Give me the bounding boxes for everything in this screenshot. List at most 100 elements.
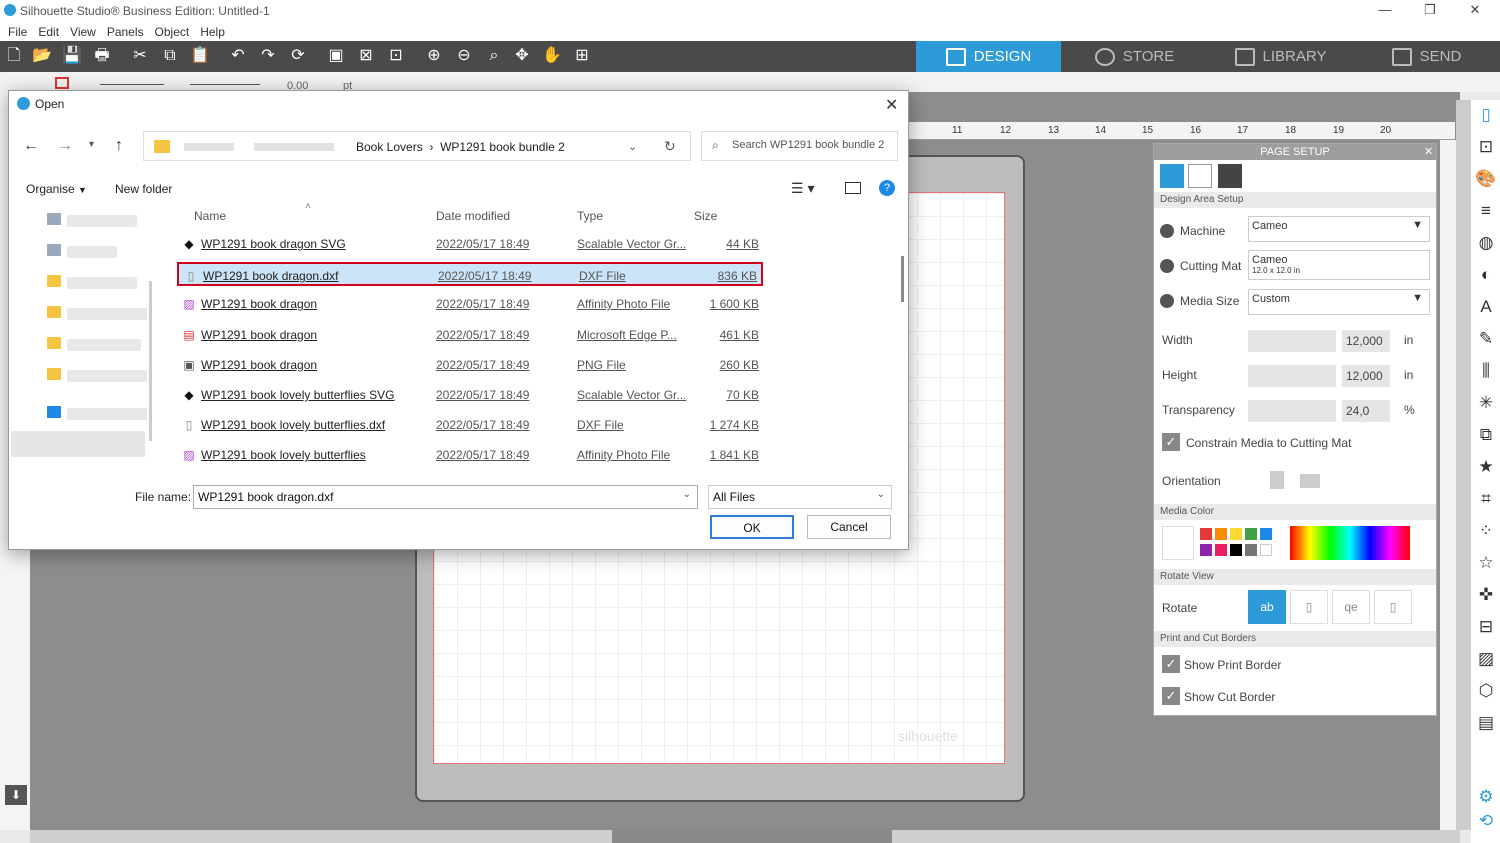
- search-input[interactable]: ⌕ Search WP1291 book bundle 2: [701, 131, 898, 161]
- fill-color-icon[interactable]: 🎨: [1475, 168, 1497, 190]
- file-name[interactable]: WP1291 book dragon.dxf: [203, 269, 338, 283]
- file-name[interactable]: WP1291 book lovely butterflies.dxf: [201, 418, 385, 432]
- color-swatch[interactable]: [1230, 528, 1242, 540]
- rotate-270-button[interactable]: ▯: [1374, 590, 1412, 624]
- color-swatch[interactable]: [1200, 544, 1212, 556]
- menu-edit[interactable]: Edit: [38, 25, 59, 39]
- line-style-select[interactable]: [100, 84, 164, 85]
- pixscan-tab-icon[interactable]: [1218, 164, 1242, 188]
- color-swatch[interactable]: [1215, 544, 1227, 556]
- column-size[interactable]: Size: [694, 209, 717, 223]
- file-name[interactable]: WP1291 book dragon: [201, 297, 317, 311]
- move-icon[interactable]: ✥: [512, 46, 532, 66]
- constrain-checkbox[interactable]: ✓: [1162, 433, 1180, 451]
- address-bar[interactable]: Book Lovers › WP1291 book bundle 2 ⌄ ↻: [143, 131, 691, 161]
- nav-scrollbar[interactable]: [149, 281, 152, 441]
- menu-panels[interactable]: Panels: [107, 25, 144, 39]
- nav-item-this-pc[interactable]: [11, 431, 145, 457]
- print-icon[interactable]: 🖶: [92, 46, 112, 66]
- paste-icon[interactable]: 📋: [190, 46, 210, 66]
- portrait-icon[interactable]: [1270, 471, 1284, 489]
- restore-button[interactable]: ❐: [1410, 2, 1450, 18]
- page-setup-icon[interactable]: ▯: [1475, 104, 1497, 126]
- forward-arrow-icon[interactable]: →: [57, 137, 73, 155]
- width-slider[interactable]: [1248, 330, 1336, 352]
- scrollbar-thumb[interactable]: [612, 830, 892, 843]
- file-row[interactable]: ◆ WP1291 book dragon SVG 2022/05/17 18:49 S…: [177, 232, 763, 256]
- transparency-icon[interactable]: ◐: [1475, 264, 1497, 286]
- 3d-icon[interactable]: ⬡: [1475, 680, 1497, 702]
- ok-button[interactable]: OK: [710, 515, 794, 539]
- nav-item-blurred[interactable]: [67, 277, 137, 289]
- file-list-scrollbar[interactable]: [901, 256, 904, 302]
- file-name[interactable]: WP1291 book lovely butterflies: [201, 448, 366, 462]
- color-swatch[interactable]: [1215, 528, 1227, 540]
- deselect-icon[interactable]: ⊠: [356, 46, 376, 66]
- nav-item-blurred[interactable]: [67, 215, 137, 227]
- menu-object[interactable]: Object: [155, 25, 190, 39]
- machine-select[interactable]: Cameo ▼: [1248, 216, 1430, 242]
- organise-button[interactable]: Organise ▼: [26, 182, 87, 196]
- show-print-border-checkbox[interactable]: ✓: [1162, 655, 1180, 673]
- transparency-slider[interactable]: [1248, 400, 1336, 422]
- file-name[interactable]: WP1291 book lovely butterflies SVG: [201, 388, 394, 402]
- rotate-180-button[interactable]: qe: [1332, 590, 1370, 624]
- open-folder-icon[interactable]: 📂: [32, 46, 52, 66]
- new-folder-button[interactable]: New folder: [115, 182, 172, 196]
- preview-pane-icon[interactable]: [845, 182, 861, 194]
- page-setup-tab-icon[interactable]: [1160, 164, 1184, 188]
- vertical-scrollbar[interactable]: [1456, 100, 1471, 830]
- hatch-icon[interactable]: ▨: [1475, 648, 1497, 670]
- help-icon[interactable]: ?: [879, 180, 895, 196]
- edit-points-icon[interactable]: ⊡: [386, 46, 406, 66]
- cut-icon[interactable]: ✂: [130, 46, 150, 66]
- pixscan-icon[interactable]: ⊡: [1475, 136, 1497, 158]
- grid-tab-icon[interactable]: [1188, 164, 1212, 188]
- recent-chevron-icon[interactable]: ▾: [89, 139, 94, 150]
- line-color-icon[interactable]: [55, 77, 69, 89]
- height-input[interactable]: 12,000: [1342, 365, 1390, 387]
- nav-item-blurred[interactable]: [67, 246, 117, 258]
- breadcrumb-book-lovers[interactable]: Book Lovers: [356, 140, 423, 154]
- nav-item-blurred[interactable]: [67, 339, 141, 351]
- fill-pattern-icon[interactable]: ◍: [1475, 232, 1497, 254]
- align-icon[interactable]: ⫼: [1475, 360, 1497, 382]
- undo-icon[interactable]: ↶: [228, 46, 248, 66]
- view-options-icon[interactable]: ☰ ▾: [791, 180, 814, 197]
- current-color-swatch[interactable]: [1162, 526, 1194, 560]
- rotate-0-button[interactable]: ab: [1248, 590, 1286, 624]
- close-button[interactable]: ✕: [1455, 2, 1495, 18]
- dialog-close-icon[interactable]: ✕: [885, 95, 898, 115]
- chevron-down-icon[interactable]: ⌄: [683, 489, 691, 500]
- refresh-icon[interactable]: ⟳: [288, 46, 308, 66]
- file-name[interactable]: WP1291 book dragon SVG: [201, 237, 346, 251]
- file-row[interactable]: ▨ WP1291 book dragon 2022/05/17 18:49 Affin…: [177, 292, 763, 316]
- nav-item-blurred[interactable]: [67, 370, 147, 382]
- file-row[interactable]: ▣ WP1291 book dragon 2022/05/17 18:49 PNG F…: [177, 353, 763, 377]
- cancel-button[interactable]: Cancel: [807, 515, 891, 539]
- rotate-90-button[interactable]: ▯: [1290, 590, 1328, 624]
- tab-library[interactable]: LIBRARY: [1208, 41, 1353, 72]
- color-swatch[interactable]: [1245, 528, 1257, 540]
- transform-icon[interactable]: ⧉: [1475, 424, 1497, 446]
- show-cut-border-checkbox[interactable]: ✓: [1162, 687, 1180, 705]
- puzzle-icon[interactable]: ✜: [1475, 584, 1497, 606]
- favorite-icon[interactable]: ☆: [1475, 552, 1497, 574]
- column-date-modified[interactable]: Date modified: [436, 209, 510, 223]
- trace-icon[interactable]: ⌗: [1475, 488, 1497, 510]
- up-arrow-icon[interactable]: ↑: [115, 137, 123, 155]
- color-swatch[interactable]: [1260, 544, 1272, 556]
- file-name-input[interactable]: WP1291 book dragon.dxf ⌄: [193, 485, 698, 509]
- tab-send[interactable]: SEND: [1354, 41, 1499, 72]
- chevron-down-icon[interactable]: ⌄: [628, 140, 637, 153]
- color-spectrum[interactable]: [1290, 526, 1410, 560]
- color-swatch[interactable]: [1245, 544, 1257, 556]
- replicate-icon[interactable]: ✳: [1475, 392, 1497, 414]
- panel-close-icon[interactable]: ✕: [1424, 145, 1433, 158]
- text-style-icon[interactable]: A: [1475, 296, 1497, 318]
- zoom-out-icon[interactable]: ⊖: [454, 46, 474, 66]
- color-swatch[interactable]: [1200, 528, 1212, 540]
- file-name[interactable]: WP1291 book dragon: [201, 328, 317, 342]
- menu-file[interactable]: File: [8, 25, 27, 39]
- minimize-button[interactable]: —: [1365, 2, 1405, 17]
